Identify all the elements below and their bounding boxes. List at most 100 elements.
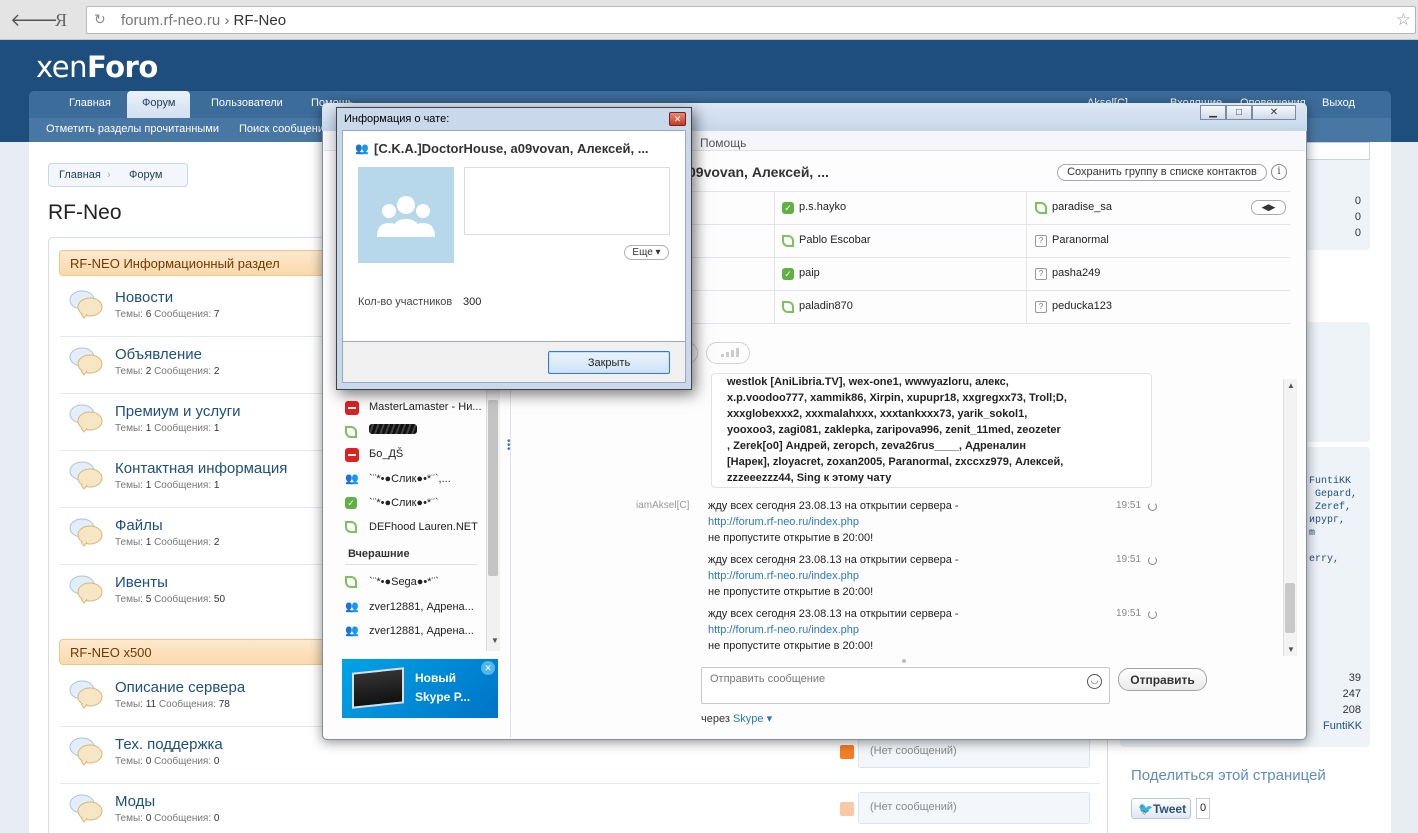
save-group-button[interactable]: Сохранить группу в списке контактов [1057,164,1267,181]
pane-divider[interactable] [510,330,511,738]
forum-node-icon[interactable] [69,288,103,319]
forum-node-stats: Темы: 11 Сообщения: 78 [115,699,230,710]
address-bar[interactable]: ↻ forum.rf-neo.ru › RF-Neo ☆ [86,6,1416,34]
browser-toolbar: 🡐 Я ↻ forum.rf-neo.ru › RF-Neo ☆ [0,0,1418,40]
ad-close-icon[interactable]: ✕ [481,661,495,675]
forum-node-icon[interactable] [69,345,103,376]
message-author[interactable]: iamAksel[C] [636,500,689,511]
member-name[interactable]: paladin870 [799,300,853,312]
search-posts-link[interactable]: Поиск сообщений [239,123,330,135]
breadcrumb: Главная › Форум [48,163,188,187]
tab-forum[interactable]: Форум [127,91,191,118]
message-link[interactable]: http://forum.rf-neo.ru/index.php [708,516,859,528]
forum-node-icon[interactable] [69,459,103,490]
member-name[interactable]: pasha249 [1052,267,1100,279]
reload-icon[interactable]: ↻ [94,11,106,28]
forum-node-icon[interactable] [69,573,103,604]
latest-member-link[interactable]: FuntiKK [1323,720,1362,732]
forum-node-title[interactable]: Моды [115,793,155,810]
online-user[interactable]: , Zeref, [1303,502,1351,513]
sending-spinner-icon [1148,502,1157,511]
forum-node-title[interactable]: Ивенты [115,574,168,591]
forum-node-title[interactable]: Объявление [115,346,202,363]
member-name[interactable]: paip [799,267,820,279]
dialog-close-icon[interactable]: ✕ [669,112,686,126]
contact-item[interactable]: DEFhood Lauren.NET [345,521,481,537]
call-quality-button[interactable] [706,342,750,364]
online-user[interactable]: erry, [1309,554,1339,565]
close-button[interactable]: Закрыть [548,351,670,374]
close-icon[interactable]: ✕ [1252,105,1296,120]
contact-item[interactable]: Бо_ДŠ [345,448,481,464]
system-message-line: westlok [AniLibria.TV], wex-one1, wwwyaz… [727,376,1009,388]
online-user[interactable]: , Gepard, [1303,489,1357,500]
scroll-down-icon[interactable]: ▼ [1287,645,1295,654]
forum-node-title[interactable]: Контактная информация [115,460,287,477]
forum-node-title[interactable]: Новости [115,289,173,306]
forum-node-title[interactable]: Файлы [115,517,163,534]
contact-name: zver12881, Адрена... [369,625,474,637]
rss-icon[interactable] [840,745,854,759]
menu-help[interactable]: Помощь [700,136,746,150]
breadcrumb-forum[interactable]: Форум [129,169,162,181]
scroll-up-icon[interactable]: ▲ [1287,381,1295,390]
tweet-button[interactable]: 🐦Tweet [1131,798,1191,819]
forum-node-title[interactable]: Описание сервера [115,679,245,696]
chat-scroll-thumb[interactable] [1285,583,1295,633]
scroll-down-icon[interactable]: ▼ [491,636,499,645]
contact-name: zver12881, Адрена... [369,601,474,613]
bookmark-star-icon[interactable]: ☆ [1396,10,1411,30]
minimize-icon[interactable]: ▁ [1200,105,1226,120]
forum-node-icon[interactable] [69,402,103,433]
message-link[interactable]: http://forum.rf-neo.ru/index.php [708,624,859,636]
forum-node-icon[interactable] [69,792,103,823]
member-name[interactable]: Pablo Escobar [799,234,871,246]
site-logo[interactable]: xenForo [36,50,158,84]
tab-users[interactable]: Пользователи [211,97,283,109]
member-name[interactable]: peducka123 [1052,300,1112,312]
contact-item[interactable]: ✓ `¨*•●Слик●•*¨` [345,497,481,513]
online-user[interactable]: m [1309,528,1315,539]
message-link[interactable]: http://forum.rf-neo.ru/index.php [708,570,859,582]
forum-node-icon[interactable] [69,678,103,709]
forum-node-title[interactable]: Тех. поддержка [115,736,223,753]
group-description-field[interactable] [464,167,670,235]
grid-line [1026,191,1027,323]
send-button[interactable]: Отправить [1118,668,1207,691]
contact-item[interactable]: 👥 zver12881, Адрена... [345,625,481,641]
online-user[interactable]: FuntiKK [1309,476,1351,487]
grid-line [690,290,1290,291]
member-pager[interactable]: ◀▶ [1251,200,1286,215]
member-name[interactable]: paradise_sa [1052,201,1112,213]
forum-node-title[interactable]: Премиум и услуги [115,403,240,420]
contact-item[interactable]: 👥 `¨*•●Слик●•*¨`,... [345,473,481,489]
contact-item[interactable]: 👥 zver12881, Адрена... [345,601,481,617]
maximize-icon[interactable]: □ [1226,105,1252,120]
contact-item[interactable]: `¨*•●Sega●•*¨` [345,576,481,592]
forum-node-icon[interactable] [69,516,103,547]
splitter-handle-icon[interactable]: • • • [507,437,511,455]
back-arrow-icon[interactable]: 🡐 [10,9,58,31]
signal-bar [726,352,729,357]
forum-node-icon[interactable] [69,735,103,766]
stat-value: 39 [1348,672,1361,684]
status-offline-icon [345,426,357,438]
contacts-scroll-thumb[interactable] [488,400,498,576]
stat-value: 208 [1342,704,1361,716]
participants-label: Кол-во участников [358,296,453,308]
tab-logout[interactable]: Выход [1322,97,1355,109]
member-name[interactable]: p.s.hayko [799,201,846,213]
rss-icon[interactable] [840,802,854,816]
mark-read-link[interactable]: Отметить разделы прочитанными [46,123,219,135]
yandex-icon[interactable]: Я [50,9,72,31]
breadcrumb-home[interactable]: Главная [59,169,101,181]
member-name[interactable]: Paranormal [1052,234,1109,246]
send-via[interactable]: через Skype ▾ [701,712,772,725]
online-user[interactable]: ирург, [1309,515,1345,526]
more-button[interactable]: Еще ▾ [624,245,669,260]
info-icon[interactable]: i [1271,164,1287,180]
emoticon-icon[interactable]: ◡ [1087,674,1102,689]
tab-home[interactable]: Главная [69,97,111,109]
contact-item[interactable]: MasterLamaster - Ни... [345,401,482,417]
message-time: 19:51 [1116,608,1142,619]
